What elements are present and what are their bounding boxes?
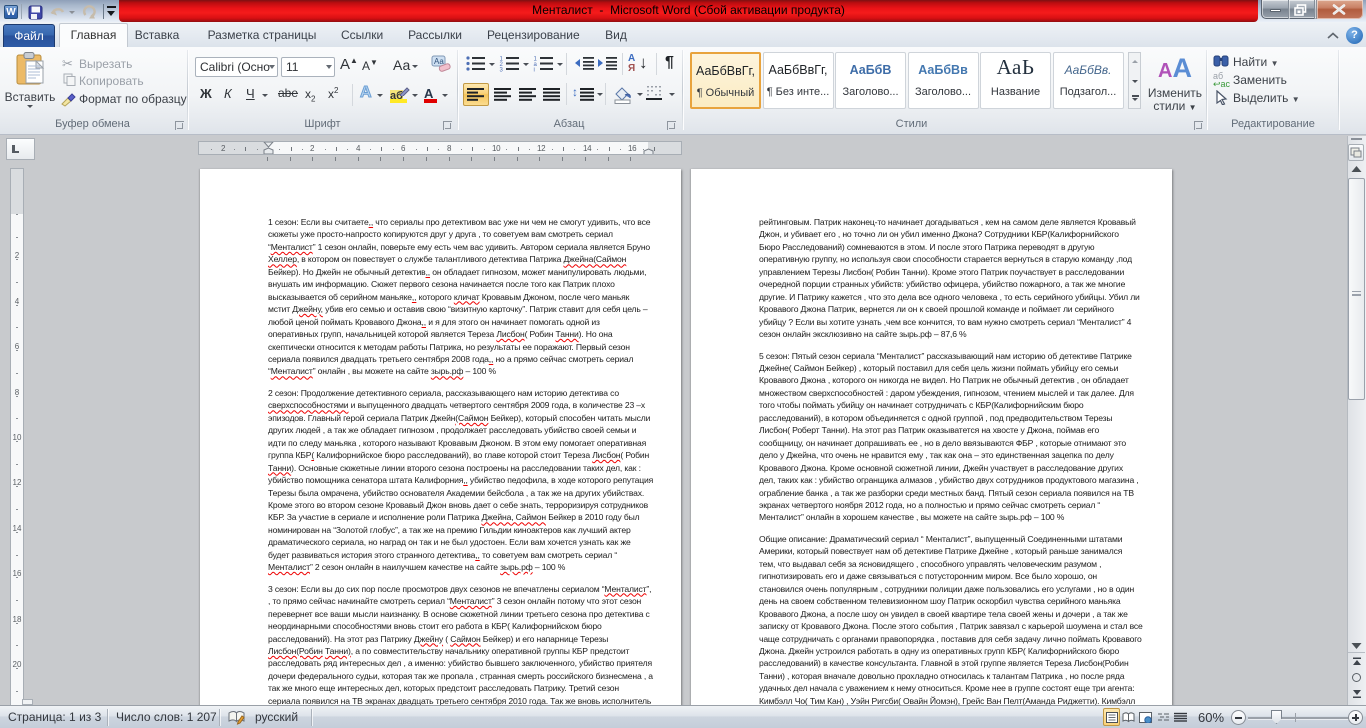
svg-text:3: 3: [500, 68, 504, 74]
svg-text:i: i: [534, 68, 535, 74]
svg-text:Аа: Аа: [434, 57, 444, 66]
